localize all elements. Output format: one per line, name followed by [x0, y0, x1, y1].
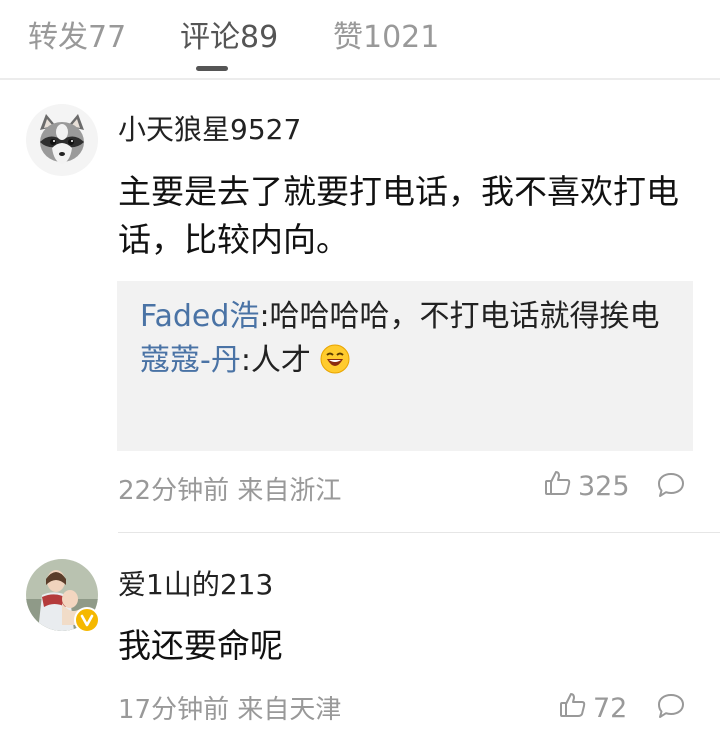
tab-reposts[interactable]: 转发77 [28, 12, 126, 56]
tab-comments[interactable]: 评论89 [180, 12, 278, 56]
thumbs-up-icon [544, 469, 572, 504]
madonna-painting-avatar-icon[interactable] [26, 559, 100, 633]
comment-content: 主要是去了就要打电话，我不喜欢打电话，比较内向。 [118, 172, 679, 259]
comment-content: 我还要命呢 [118, 626, 283, 665]
like-button[interactable]: 72 [559, 691, 627, 726]
reply-item: 蔻蔻-丹:人才 [140, 339, 669, 387]
reply-bubble-icon[interactable] [656, 692, 686, 724]
verified-badge-icon [74, 607, 100, 633]
reply-username[interactable]: 蔻蔻-丹 [140, 343, 241, 378]
replies-box[interactable]: Faded浩:哈哈哈哈，不打电话就得挨电 蔻蔻-丹:人才 [117, 281, 693, 451]
comment-timestamp: 22分钟前 来自浙江 [118, 476, 342, 506]
comment-timestamp: 17分钟前 来自天津 [118, 695, 342, 725]
reply-bubble-icon[interactable] [656, 471, 686, 503]
raccoon-avatar-icon[interactable] [26, 104, 98, 176]
comment-tabs: 转发77 评论89 赞1021 [0, 0, 720, 80]
like-button[interactable]: 325 [544, 469, 630, 504]
comment-username[interactable]: 小天狼星9527 [118, 108, 301, 148]
like-count: 325 [578, 471, 630, 502]
comment-divider [118, 532, 720, 533]
tab-likes[interactable]: 赞1021 [333, 12, 439, 56]
like-count: 72 [593, 693, 628, 724]
thumbs-up-icon [559, 691, 587, 726]
comment-username[interactable]: 爱1山的213 [118, 563, 273, 603]
active-tab-indicator [196, 66, 228, 71]
reply-text: :人才 [240, 343, 311, 378]
reply-item: Faded浩:哈哈哈哈，不打电话就得挨电 [140, 295, 669, 339]
reply-username[interactable]: Faded浩 [140, 299, 259, 334]
laughing-emoji-icon [320, 343, 350, 387]
reply-text: :哈哈哈哈，不打电话就得挨电 [259, 299, 660, 334]
